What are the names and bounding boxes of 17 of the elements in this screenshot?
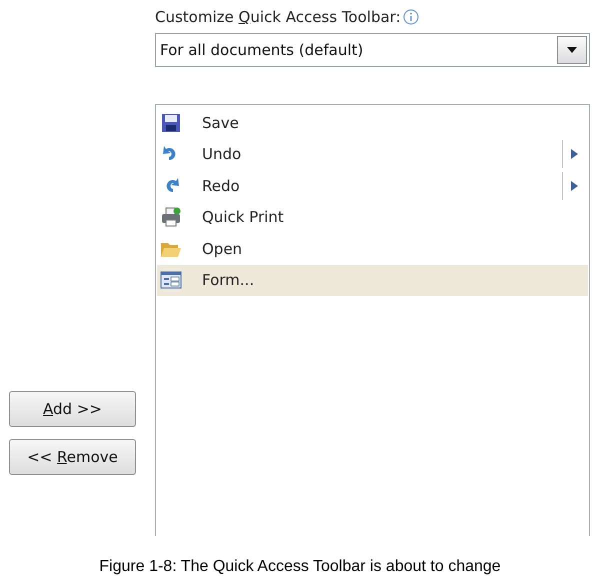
figure-caption: Figure 1-8: The Quick Access Toolbar is about to change	[99, 558, 501, 576]
add-button[interactable]: Add >>	[9, 391, 136, 427]
submenu-arrow-icon	[571, 149, 578, 160]
printer-icon	[160, 206, 182, 228]
command-list-item[interactable]: Form...	[157, 264, 588, 296]
scope-dropdown[interactable]: For all documents (default)	[155, 33, 590, 67]
command-list-item[interactable]: Redo	[157, 170, 588, 202]
form-icon	[160, 269, 182, 292]
dropdown-arrow-icon	[567, 47, 577, 53]
command-list-item[interactable]: Quick Print	[157, 202, 588, 233]
info-icon	[402, 9, 419, 25]
submenu-arrow-icon	[571, 180, 578, 191]
command-list-item[interactable]: Undo	[157, 138, 588, 170]
command-list-item[interactable]: Save	[157, 107, 588, 138]
command-list-item[interactable]: Open	[157, 233, 588, 264]
toolbar-label: Customize Quick Access Toolbar:	[155, 8, 401, 26]
remove-button[interactable]: << Remove	[9, 439, 136, 475]
